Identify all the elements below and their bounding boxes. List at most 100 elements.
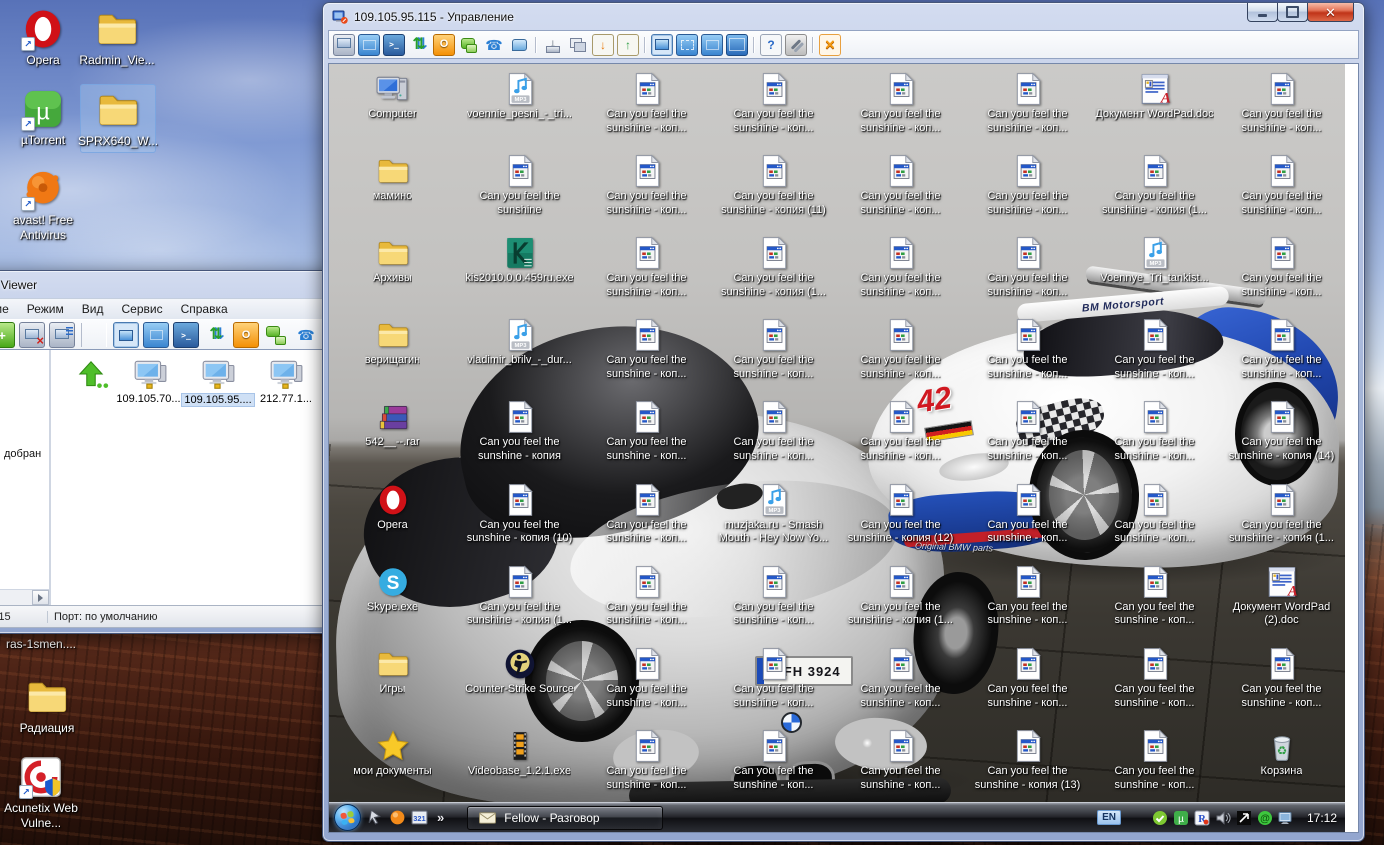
desktop-icon[interactable]: Can you feel the sunshine - коп...: [964, 228, 1091, 310]
desktop-icon[interactable]: SPRX640_W...: [80, 84, 156, 153]
desktop-icon[interactable]: Can you feel the sunshine - коп...: [964, 475, 1091, 557]
tray-volume[interactable]: [1215, 810, 1231, 826]
telnet-mode-button[interactable]: [173, 322, 199, 348]
desktop-icon[interactable]: Can you feel the sunshine - коп...: [710, 639, 837, 721]
tray-skype[interactable]: [1152, 810, 1168, 826]
desktop-icon[interactable]: Can you feel the sunshine - коп...: [1091, 392, 1218, 474]
desktop-icon[interactable]: Can you feel the sunshine - копия (12): [837, 475, 964, 557]
connect-through-host-button[interactable]: [567, 34, 589, 56]
quick-launch-overflow[interactable]: »: [434, 810, 447, 825]
desktop-icon[interactable]: Can you feel the sunshine - коп...: [710, 64, 837, 146]
tree-item[interactable]: добран: [4, 448, 41, 460]
desktop-icon[interactable]: Can you feel the sunshine - коп...: [583, 721, 710, 803]
desktop-icon[interactable]: Can you feel the sunshine - коп...: [1091, 475, 1218, 557]
full-control-mode-button[interactable]: [113, 322, 139, 348]
shutdown-button[interactable]: [433, 34, 455, 56]
desktop-icon[interactable]: Can you feel the sunshine - коп...: [710, 392, 837, 474]
telnet-button[interactable]: [383, 34, 405, 56]
desktop-icon[interactable]: Can you feel the sunshine - коп...: [583, 146, 710, 228]
desktop-icon[interactable]: Радиация: [10, 672, 84, 739]
send-message-button[interactable]: [508, 34, 530, 56]
close-button[interactable]: ✕: [1307, 3, 1354, 22]
file-transfer-button[interactable]: [408, 34, 430, 56]
desktop-icon[interactable]: Can you feel the sunshine - коп...: [964, 146, 1091, 228]
desktop-icon[interactable]: Opera: [329, 475, 456, 557]
desktop-icon[interactable]: Can you feel the sunshine - коп...: [583, 64, 710, 146]
desktop-icon[interactable]: Can you feel the sunshine - копия (13): [964, 721, 1091, 803]
file-transfer-mode-button[interactable]: [203, 322, 229, 348]
desktop-icon[interactable]: Архивы: [329, 228, 456, 310]
desktop-icon[interactable]: верищагин: [329, 310, 456, 392]
language-indicator[interactable]: EN: [1097, 810, 1121, 825]
horizontal-scrollbar[interactable]: [0, 589, 49, 605]
desktop-icon[interactable]: Can you feel the sunshine - коп...: [837, 721, 964, 803]
desktop-icon[interactable]: Can you feel the sunshine: [456, 146, 583, 228]
desktop-icon[interactable]: Can you feel the sunshine - коп...: [964, 392, 1091, 474]
desktop-icon[interactable]: MP3 Voennye_Tri_tankist...: [1091, 228, 1218, 310]
desktop-icon[interactable]: MP3 voennie_pesni_-_tri...: [456, 64, 583, 146]
desktop-icon[interactable]: Can you feel the sunshine - коп...: [964, 64, 1091, 146]
screen-view-button[interactable]: [333, 34, 355, 56]
desktop-icon[interactable]: Can you feel the sunshine - коп...: [1091, 310, 1218, 392]
menu-item[interactable]: Режим: [18, 300, 73, 318]
desktop-icon[interactable]: Can you feel the sunshine - коп...: [837, 146, 964, 228]
tray-app[interactable]: [1236, 810, 1252, 826]
desktop-icon[interactable]: Can you feel the sunshine - коп...: [1218, 64, 1345, 146]
desktop-icon[interactable]: Can you feel the sunshine - коп...: [837, 228, 964, 310]
desktop-icon[interactable]: ♻ Корзина: [1218, 721, 1345, 803]
connection-item[interactable]: 212.77.1...: [255, 358, 317, 405]
tray-display[interactable]: [1278, 810, 1294, 826]
voice-chat-mode-button[interactable]: [293, 322, 319, 348]
maximize-button[interactable]: [1277, 3, 1308, 22]
get-clipboard-button[interactable]: [592, 34, 614, 56]
desktop-icon[interactable]: Radmin_Vie...: [80, 4, 154, 71]
desktop-icon[interactable]: Can you feel the sunshine - коп...: [1218, 146, 1345, 228]
desktop-icon[interactable]: Can you feel the sunshine - коп...: [837, 64, 964, 146]
view-stretch-button[interactable]: [676, 34, 698, 56]
desktop-icon[interactable]: MP3 muzjaka.ru - Smash Mouth - Hey Now Y…: [710, 475, 837, 557]
desktop-icon[interactable]: Игры: [329, 639, 456, 721]
view-fullscreen-button[interactable]: [726, 34, 748, 56]
menu-item[interactable]: Сервис: [112, 300, 171, 318]
desktop-icon[interactable]: 542__--.rar: [329, 392, 456, 474]
desktop-icon[interactable]: Can you feel the sunshine - коп...: [837, 392, 964, 474]
minimize-button[interactable]: [1247, 3, 1278, 22]
desktop-icon[interactable]: Can you feel the sunshine - коп...: [1218, 228, 1345, 310]
close-connection-button[interactable]: [819, 34, 841, 56]
connection-item[interactable]: 109.105.70....: [119, 358, 181, 405]
desktop-icon[interactable]: Can you feel the sunshine - копия (1...: [456, 557, 583, 639]
menu-item[interactable]: Справка: [172, 300, 237, 318]
quicklaunch-app-2[interactable]: [389, 809, 406, 826]
taskbar-clock[interactable]: 17:12: [1307, 811, 1337, 825]
desktop-icon[interactable]: Can you feel the sunshine - копия: [456, 392, 583, 474]
desktop-icon[interactable]: Can you feel the sunshine - коп...: [583, 639, 710, 721]
desktop-icon[interactable]: Can you feel the sunshine - коп...: [583, 557, 710, 639]
desktop-icon[interactable]: Can you feel the sunshine - коп...: [710, 310, 837, 392]
text-chat-mode-button[interactable]: [263, 322, 289, 348]
desktop-icon[interactable]: Can you feel the sunshine - коп...: [837, 310, 964, 392]
desktop-icon[interactable]: Can you feel the sunshine - коп...: [710, 721, 837, 803]
desktop-icon[interactable]: Can you feel the sunshine - коп...: [583, 310, 710, 392]
desktop-icon[interactable]: Counter-Strike Source: [456, 639, 583, 721]
desktop-icon[interactable]: Can you feel the sunshine - коп...: [1091, 557, 1218, 639]
tray-agent[interactable]: @: [1257, 810, 1273, 826]
desktop-icon[interactable]: S Skype.exe: [329, 557, 456, 639]
desktop-icon[interactable]: Can you feel the sunshine - копия (1...: [837, 557, 964, 639]
remote-titlebar[interactable]: 109.105.95.115 - Управление: [323, 3, 1364, 30]
delete-connection-button[interactable]: [19, 322, 45, 348]
desktop-icon[interactable]: Can you feel the sunshine - коп...: [837, 639, 964, 721]
desktop-icon[interactable]: Opera: [6, 4, 80, 71]
desktop-icon[interactable]: Can you feel the sunshine - коп...: [964, 310, 1091, 392]
options-button[interactable]: [785, 34, 807, 56]
desktop-icon[interactable]: Can you feel the sunshine - коп...: [1218, 310, 1345, 392]
desktop-icon[interactable]: Can you feel the sunshine - коп...: [1091, 721, 1218, 803]
view-normal-button[interactable]: [651, 34, 673, 56]
start-button[interactable]: [334, 804, 361, 831]
desktop-icon[interactable]: Can you feel the sunshine - копия (11): [710, 146, 837, 228]
view-only-mode-button[interactable]: [143, 322, 169, 348]
help-button[interactable]: [760, 34, 782, 56]
desktop-icon[interactable]: A Документ WordPad.doc: [1091, 64, 1218, 146]
connection-properties-button[interactable]: [49, 322, 75, 348]
set-clipboard-button[interactable]: [617, 34, 639, 56]
desktop-icon[interactable]: Can you feel the sunshine - коп...: [964, 557, 1091, 639]
